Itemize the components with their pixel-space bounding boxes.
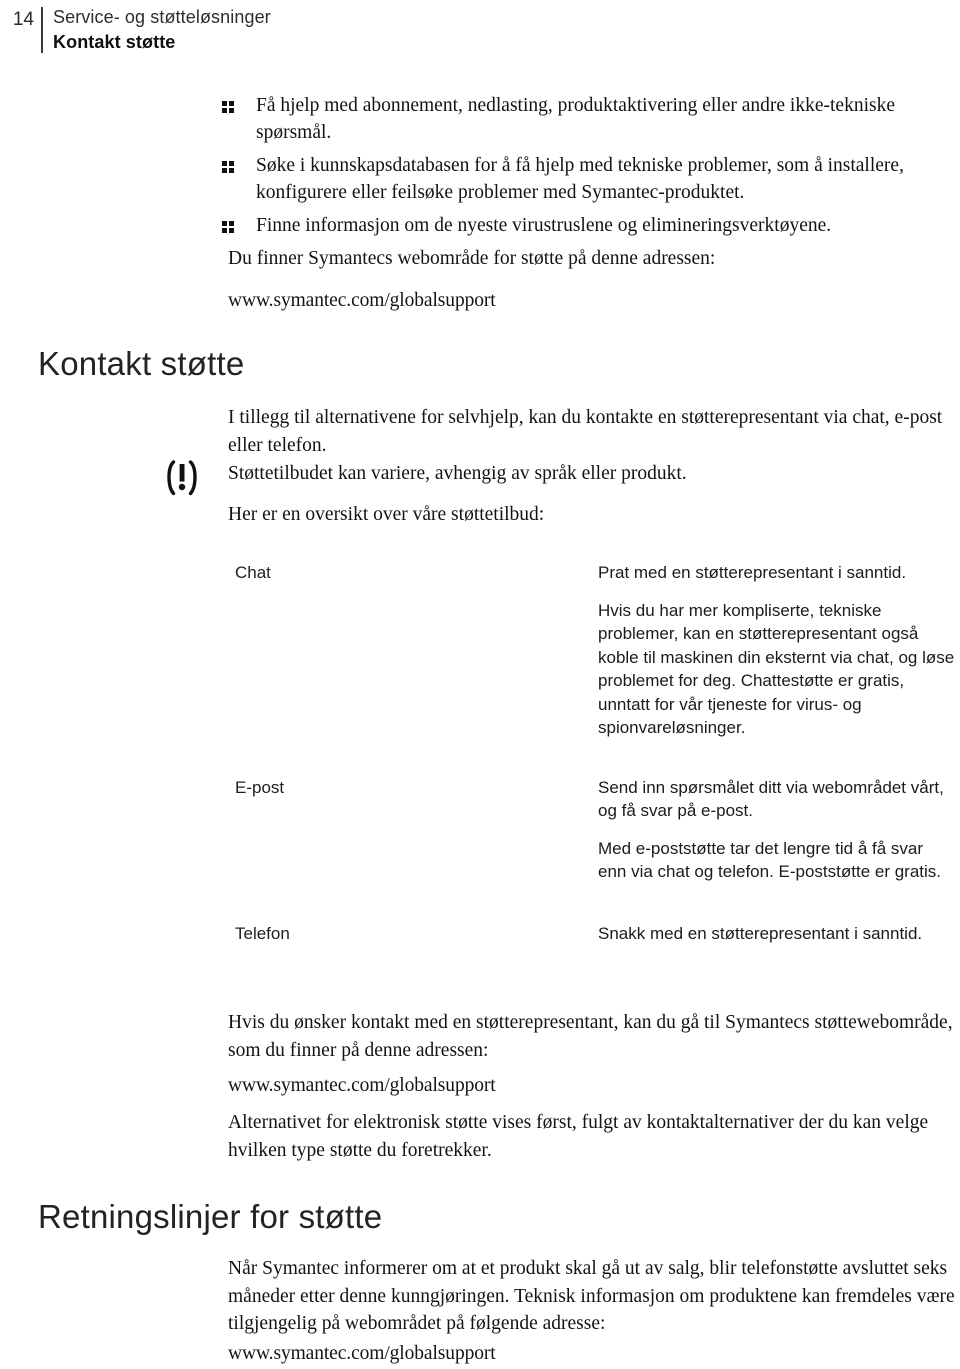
closing-url-line: www.symantec.com/globalsupport <box>228 1072 956 1100</box>
list-item-text: Få hjelp med abonnement, nedlasting, pro… <box>256 95 895 143</box>
chapter-title: Service- og støtteløsninger <box>53 7 271 27</box>
closing-paragraph-1: Hvis du ønsker kontakt med en støtterepr… <box>228 1009 956 1064</box>
list-item: Finne informasjon om de nyeste virustrus… <box>222 212 956 239</box>
list-item: Søke i kunnskapsdatabasen for å få hjelp… <box>222 152 956 206</box>
contact-intro-text: I tillegg til alternativene for selvhjel… <box>228 407 943 456</box>
exclamation-note-icon <box>160 456 204 500</box>
table-row: Telefon Snakk med en støtterepresentant … <box>235 922 956 946</box>
support-site-lead-text: Du finner Symantecs webområde for støtte… <box>228 248 716 269</box>
page-title: Kontakt støtte <box>38 345 245 382</box>
header-title-group: Service- og støtteløsninger Kontakt støt… <box>53 5 271 54</box>
square-grid-bullet-icon <box>222 161 235 174</box>
support-option-label: Chat <box>235 563 271 582</box>
list-item: Få hjelp med abonnement, nedlasting, pro… <box>222 92 956 146</box>
list-item-text: Søke i kunnskapsdatabasen for å få hjelp… <box>256 155 904 203</box>
header-divider-rule <box>41 7 43 53</box>
support-option-label: E-post <box>235 777 285 797</box>
support-option-paragraph: Send inn spørsmålet ditt via webområdet … <box>598 777 944 821</box>
document-page: 14 Service- og støtteløsninger Kontakt s… <box>0 0 960 1369</box>
support-option-paragraph: Snakk med en støtterepresentant i sannti… <box>598 923 923 943</box>
closing-text-1: Hvis du ønsker kontakt med en støtterepr… <box>228 1012 953 1061</box>
support-option-description: Prat med en støtterepresentant i sanntid… <box>598 561 956 740</box>
support-option-label: Telefon <box>235 923 290 943</box>
guidelines-title: Retningslinjer for støtte <box>38 1198 383 1235</box>
closing-url: www.symantec.com/globalsupport <box>228 1075 496 1096</box>
support-site-url-line: www.symantec.com/globalsupport <box>228 287 956 315</box>
support-site-url: www.symantec.com/globalsupport <box>228 290 496 311</box>
overview-lead-text: Her er en oversikt over våre støttetilbu… <box>228 504 545 525</box>
running-header: 14 Service- og støtteløsninger Kontakt s… <box>0 0 960 66</box>
square-grid-bullet-icon <box>222 221 235 234</box>
support-option-paragraph: Prat med en støtterepresentant i sanntid… <box>598 563 907 582</box>
support-option-paragraph: Hvis du har mer kompliserte, tekniske pr… <box>598 600 955 738</box>
closing-paragraph-2: Alternativet for elektronisk støtte vise… <box>228 1109 956 1164</box>
guidelines-url-line: www.symantec.com/globalsupport <box>228 1340 956 1368</box>
feature-bullet-list: Få hjelp med abonnement, nedlasting, pro… <box>222 92 956 245</box>
overview-lead-paragraph: Her er en oversikt over våre støttetilbu… <box>228 501 956 529</box>
closing-text-2: Alternativet for elektronisk støtte vise… <box>228 1112 929 1161</box>
square-grid-bullet-icon <box>222 101 235 114</box>
note-text: Støttetilbudet kan variere, avhengig av … <box>228 463 687 484</box>
support-options-table: Chat Prat med en støtterepresentant i sa… <box>235 561 956 945</box>
page-number: 14 <box>12 9 34 30</box>
table-row: Chat Prat med en støtterepresentant i sa… <box>235 561 956 740</box>
note-block: Støttetilbudet kan variere, avhengig av … <box>228 460 956 488</box>
table-row: E-post Send inn spørsmålet ditt via webo… <box>235 776 956 884</box>
support-option-description: Snakk med en støtterepresentant i sannti… <box>598 922 956 946</box>
section-title: Kontakt støtte <box>53 32 176 52</box>
support-site-lead: Du finner Symantecs webområde for støtte… <box>228 245 956 273</box>
guidelines-paragraph: Når Symantec informerer om at et produkt… <box>228 1255 956 1338</box>
guidelines-url: www.symantec.com/globalsupport <box>228 1343 496 1364</box>
list-item-text: Finne informasjon om de nyeste virustrus… <box>256 215 832 236</box>
contact-intro-paragraph: I tillegg til alternativene for selvhjel… <box>228 404 956 459</box>
support-option-paragraph: Med e-poststøtte tar det lengre tid å få… <box>598 838 942 882</box>
support-option-description: Send inn spørsmålet ditt via webområdet … <box>598 776 956 884</box>
guidelines-text: Når Symantec informerer om at et produkt… <box>228 1258 955 1334</box>
